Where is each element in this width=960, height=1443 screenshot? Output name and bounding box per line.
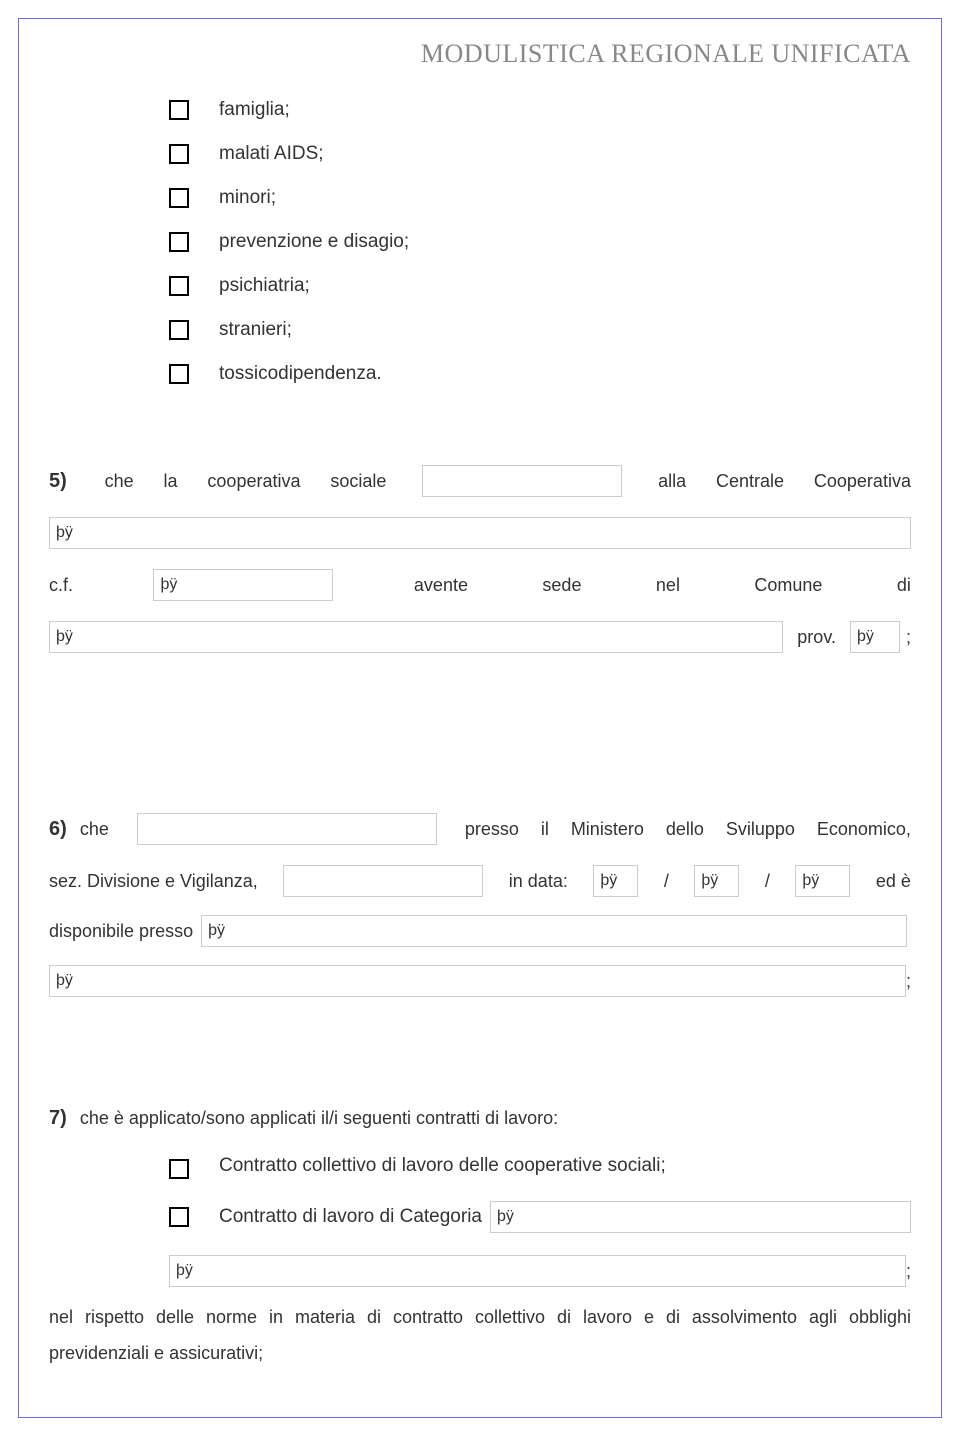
text: che <box>105 471 134 492</box>
slash: / <box>664 871 669 892</box>
section-number-6: 6) <box>49 818 67 840</box>
checkbox-psichiatria[interactable] <box>169 276 189 296</box>
checkbox-row: tossicodipendenza. <box>169 363 911 385</box>
text: Sviluppo <box>726 819 795 840</box>
checkbox-row: minori; <box>169 187 911 209</box>
checkbox-tossicodipendenza[interactable] <box>169 364 189 384</box>
slash: / <box>765 871 770 892</box>
text: presso <box>465 819 519 840</box>
section-6: 6) che presso il Ministero dello Svilupp… <box>49 813 911 997</box>
text: ed è <box>876 871 911 892</box>
checkbox-label: stranieri; <box>219 319 292 341</box>
section-7-field-row: þÿ ; <box>169 1255 911 1287</box>
field-ministero-1[interactable] <box>137 813 437 845</box>
section-6-line-1: 6) che presso il Ministero dello Svilupp… <box>49 813 911 845</box>
checkbox-label: tossicodipendenza. <box>219 363 382 385</box>
text: Comune <box>754 575 822 596</box>
section-6-line-2: sez. Divisione e Vigilanza, in data: þÿ … <box>49 865 911 897</box>
checkbox-contratto-collettivo[interactable] <box>169 1159 189 1179</box>
text: il <box>541 819 549 840</box>
checkbox-row: Contratto di lavoro di Categoria þÿ <box>169 1201 911 1233</box>
checkbox-row: prevenzione e disagio; <box>169 231 911 253</box>
checkbox-malati-aids[interactable] <box>169 144 189 164</box>
text: Cooperativa <box>814 471 911 492</box>
text: Ministero <box>571 819 644 840</box>
text: nel <box>656 575 680 596</box>
field-categoria-2[interactable]: þÿ <box>169 1255 906 1287</box>
text: alla <box>658 471 686 492</box>
text: in data: <box>509 871 568 892</box>
text: sede <box>542 575 581 596</box>
section-5: 5) che la cooperativa sociale alla Centr… <box>49 465 911 653</box>
field-disponibile-presso[interactable]: þÿ <box>201 915 907 947</box>
section-number-7: 7) <box>49 1107 67 1129</box>
field-categoria[interactable]: þÿ <box>490 1201 911 1233</box>
text: che <box>80 819 109 839</box>
checkbox-row: famiglia; <box>169 99 911 121</box>
section-7-paragraph: nel rispetto delle norme in materia di c… <box>49 1299 911 1371</box>
section-5-line-1: 5) che la cooperativa sociale alla Centr… <box>49 465 911 497</box>
checkbox-label: psichiatria; <box>219 275 310 297</box>
checkbox-row: psichiatria; <box>169 275 911 297</box>
checkbox-famiglia[interactable] <box>169 100 189 120</box>
checkbox-row: malati AIDS; <box>169 143 911 165</box>
text: cooperativa <box>207 471 300 492</box>
text: di <box>897 575 911 596</box>
checkbox-minori[interactable] <box>169 188 189 208</box>
checkbox-label: Contratto collettivo di lavoro delle coo… <box>219 1155 666 1177</box>
field-date-month[interactable]: þÿ <box>694 865 739 897</box>
text: disponibile presso <box>49 921 193 942</box>
checkbox-list-top: famiglia; malati AIDS; minori; prevenzio… <box>169 99 911 385</box>
text-semicolon: ; <box>906 1261 911 1282</box>
field-cooperativa-sociale[interactable] <box>422 465 622 497</box>
text-semicolon: ; <box>906 971 911 992</box>
checkbox-row: Contratto collettivo di lavoro delle coo… <box>169 1155 911 1179</box>
text-semicolon: ; <box>906 627 911 648</box>
section-6-line-4: þÿ ; <box>49 965 911 997</box>
section-6-line-3: disponibile presso þÿ <box>49 915 911 947</box>
page-frame: MODULISTICA REGIONALE UNIFICATA famiglia… <box>18 18 942 1418</box>
checkbox-label: minori; <box>219 187 276 209</box>
field-prov[interactable]: þÿ <box>850 621 900 653</box>
section-number-5: 5) <box>49 470 67 493</box>
section-7: 7) che è applicato/sono applicati il/i s… <box>49 1107 911 1371</box>
text: che è applicato/sono applicati il/i segu… <box>80 1108 558 1128</box>
section-5-line-2: þÿ <box>49 517 911 549</box>
text: avente <box>414 575 468 596</box>
text: Economico, <box>817 819 911 840</box>
section-7-heading: 7) che è applicato/sono applicati il/i s… <box>49 1107 911 1130</box>
checkbox-contratto-categoria[interactable] <box>169 1207 189 1227</box>
checkbox-label: prevenzione e disagio; <box>219 231 409 253</box>
checkbox-stranieri[interactable] <box>169 320 189 340</box>
checkbox-prevenzione[interactable] <box>169 232 189 252</box>
text: sociale <box>330 471 386 492</box>
text-prov: prov. <box>797 627 836 648</box>
field-date-year[interactable]: þÿ <box>795 865 850 897</box>
section-5-line-4: þÿ prov. þÿ ; <box>49 621 911 653</box>
text-cf: c.f. <box>49 575 73 596</box>
checkbox-row: stranieri; <box>169 319 911 341</box>
text: sez. Divisione e Vigilanza, <box>49 871 258 892</box>
text: la <box>164 471 178 492</box>
checkbox-label: famiglia; <box>219 99 290 121</box>
text: dello <box>666 819 704 840</box>
text: Centrale <box>716 471 784 492</box>
field-date-day[interactable]: þÿ <box>593 865 638 897</box>
field-comune[interactable]: þÿ <box>49 621 783 653</box>
field-centrale-cooperativa[interactable]: þÿ <box>49 517 911 549</box>
field-vigilanza[interactable] <box>283 865 483 897</box>
section-5-line-3: c.f. þÿ avente sede nel Comune di <box>49 569 911 601</box>
checkbox-label: malati AIDS; <box>219 143 324 165</box>
field-disponibile-2[interactable]: þÿ <box>49 965 906 997</box>
field-cf[interactable]: þÿ <box>153 569 333 601</box>
page-header-title: MODULISTICA REGIONALE UNIFICATA <box>49 39 911 69</box>
checkbox-label: Contratto di lavoro di Categoria <box>219 1206 482 1228</box>
